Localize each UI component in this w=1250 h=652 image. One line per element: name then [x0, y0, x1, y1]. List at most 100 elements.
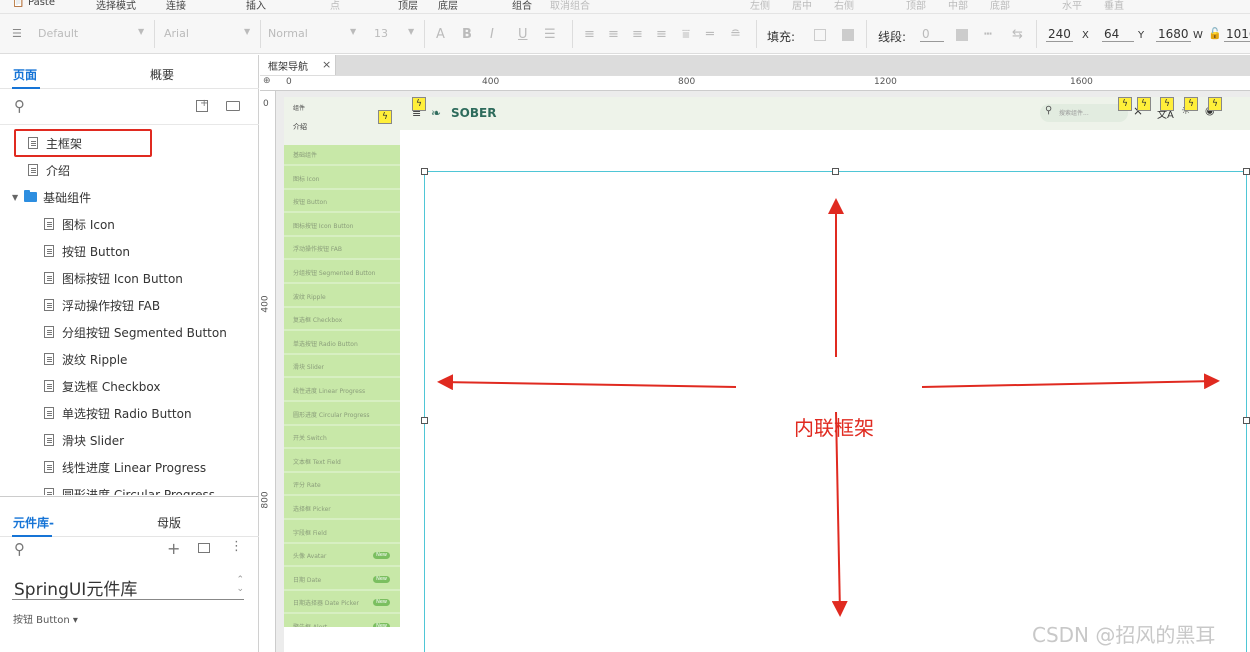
- tree-item-linear-progress[interactable]: 线性进度 Linear Progress: [44, 456, 206, 478]
- tree-item-segmented-button[interactable]: 分组按钮 Segmented Button: [44, 321, 227, 343]
- bold-icon[interactable]: B: [462, 27, 472, 42]
- tree-item-icon-button[interactable]: 图标按钮 Icon Button: [44, 267, 183, 289]
- tree-item-basic-components[interactable]: ▼ 基础组件: [12, 186, 91, 208]
- tab-pages[interactable]: 页面: [13, 66, 37, 83]
- align-text-right-icon[interactable]: ≡: [632, 27, 643, 42]
- tree-item-intro[interactable]: 介绍: [28, 159, 70, 181]
- panel-divider: [0, 496, 259, 497]
- more-options-icon[interactable]: ⋮: [230, 539, 243, 554]
- width-input[interactable]: 1680: [1156, 27, 1191, 42]
- valign-top-icon[interactable]: ⩸: [682, 27, 690, 42]
- expand-chevron-down-icon[interactable]: ▼: [12, 193, 18, 202]
- doc-tab-frame-nav[interactable]: 框架导航 ×: [260, 55, 336, 75]
- connect-button[interactable]: 连接: [166, 0, 186, 12]
- distribute-vertical-button[interactable]: 垂直: [1104, 0, 1124, 12]
- tree-item-checkbox[interactable]: 复选框 Checkbox: [44, 375, 160, 397]
- ruler-origin-icon[interactable]: ⊕: [263, 76, 271, 86]
- tree-item-circular-progress[interactable]: 圆形进度 Circular Progress: [44, 483, 215, 495]
- point-button[interactable]: 点: [330, 0, 340, 12]
- underline-icon[interactable]: U: [518, 27, 528, 42]
- font-size-select[interactable]: 13: [374, 27, 388, 40]
- tree-item-label: 主框架: [46, 136, 83, 151]
- insert-button[interactable]: 插入: [246, 0, 266, 12]
- paste-button[interactable]: Paste: [28, 0, 55, 8]
- valign-middle-icon[interactable]: ═: [706, 27, 714, 42]
- add-page-plus-icon[interactable]: +: [200, 98, 208, 109]
- tree-item-radio-button[interactable]: 单选按钮 Radio Button: [44, 402, 192, 424]
- close-icon[interactable]: ×: [322, 58, 331, 71]
- library-select[interactable]: SpringUI元件库 ⌃ ⌄: [12, 574, 244, 600]
- weight-chevron-down-icon[interactable]: ▼: [350, 27, 356, 36]
- tree-item-ripple[interactable]: 波纹 Ripple: [44, 348, 127, 370]
- line-width-input[interactable]: 0: [920, 27, 944, 42]
- clipboard-icon[interactable]: 📋: [12, 0, 24, 8]
- align-middle-button[interactable]: 中部: [948, 0, 968, 12]
- distribute-horizontal-button[interactable]: 水平: [1062, 0, 1082, 12]
- send-back-button[interactable]: 底层: [438, 0, 458, 12]
- tree-item-fab[interactable]: 浮动操作按钮 FAB: [44, 294, 160, 316]
- line-label: 线段:: [878, 30, 907, 44]
- folder-icon: [24, 190, 38, 202]
- tree-item-button[interactable]: 按钮 Button: [44, 240, 130, 262]
- fill-shadow-icon[interactable]: [842, 29, 854, 41]
- line-color-icon[interactable]: [956, 29, 968, 41]
- library-search-icon[interactable]: ⚲: [14, 540, 25, 558]
- tab-outline[interactable]: 概要: [150, 66, 174, 83]
- weight-select[interactable]: Normal: [268, 27, 308, 40]
- italic-icon[interactable]: I: [490, 27, 494, 42]
- select-mode-button[interactable]: 选择模式: [96, 0, 136, 12]
- tree-item-label: 图标 Icon: [62, 217, 115, 232]
- tree-item-label: 浮动操作按钮 FAB: [62, 298, 161, 313]
- align-left-button[interactable]: 左侧: [750, 0, 770, 12]
- align-right-button[interactable]: 右侧: [834, 0, 854, 12]
- tree-item-label: 介绍: [46, 163, 71, 178]
- arrow-style-icon[interactable]: ⇆: [1012, 27, 1023, 42]
- library-filter[interactable]: 按钮 Button ▾: [13, 611, 78, 626]
- style-select[interactable]: Default: [38, 27, 78, 40]
- x-input[interactable]: 240: [1046, 27, 1073, 42]
- bring-front-button[interactable]: 顶层: [398, 0, 418, 12]
- ungroup-button[interactable]: 取消组合: [550, 0, 590, 12]
- bullet-list-icon[interactable]: ☰: [544, 27, 556, 42]
- style-chevron-down-icon[interactable]: ▼: [138, 27, 144, 36]
- font-select[interactable]: Arial: [164, 27, 189, 40]
- align-text-left-icon[interactable]: ≡: [584, 27, 595, 42]
- main-toolbar: 📋 Paste 选择模式 连接 插入 点 顶层 底层 组合 取消组合 左侧 居中…: [0, 0, 1250, 14]
- page-icon: [44, 353, 54, 365]
- library-copy-icon[interactable]: [198, 543, 210, 553]
- page-icon: [44, 272, 54, 284]
- height-input[interactable]: 1016: [1224, 27, 1250, 42]
- tab-library[interactable]: 元件库-: [13, 514, 54, 531]
- align-bottom-button[interactable]: 底部: [990, 0, 1010, 12]
- library-tabs: 元件库- 母版: [0, 503, 259, 537]
- lock-ratio-icon[interactable]: 🔓: [1208, 27, 1222, 40]
- doc-tab-bar: [260, 55, 1250, 75]
- fill-color-icon[interactable]: [814, 29, 826, 41]
- library-name: SpringUI元件库: [14, 580, 138, 600]
- align-top-button[interactable]: 顶部: [906, 0, 926, 12]
- tree-item-icon[interactable]: 图标 Icon: [44, 213, 115, 235]
- font-chevron-down-icon[interactable]: ▼: [244, 27, 250, 36]
- font-color-icon[interactable]: A: [436, 27, 445, 42]
- group-button[interactable]: 组合: [512, 0, 532, 12]
- align-center-button[interactable]: 居中: [792, 0, 812, 12]
- library-select-chevron-icon[interactable]: ⌃ ⌄: [236, 576, 244, 594]
- tree-item-slider[interactable]: 滑块 Slider: [44, 429, 124, 451]
- tab-masters[interactable]: 母版: [157, 514, 181, 531]
- y-input[interactable]: 64: [1102, 27, 1134, 42]
- page-icon: [44, 245, 54, 257]
- tree-item-label: 滑块 Slider: [62, 433, 125, 448]
- add-folder-icon[interactable]: [226, 101, 240, 111]
- divider: [424, 20, 425, 48]
- size-chevron-down-icon[interactable]: ▼: [408, 27, 414, 36]
- align-text-center-icon[interactable]: ≡: [608, 27, 619, 42]
- page-icon: [44, 488, 54, 495]
- line-style-icon[interactable]: ┅: [984, 27, 992, 42]
- add-library-icon[interactable]: +: [167, 539, 180, 558]
- vertical-ruler: 0 400 800: [260, 91, 276, 652]
- search-icon[interactable]: ⚲: [14, 97, 25, 115]
- tree-item-clip: 圆形进度 Circular Progress: [44, 483, 244, 495]
- tree-item-main-frame[interactable]: 主框架: [28, 132, 82, 154]
- align-text-justify-icon[interactable]: ≡: [656, 27, 667, 42]
- valign-bottom-icon[interactable]: ≘: [730, 27, 741, 42]
